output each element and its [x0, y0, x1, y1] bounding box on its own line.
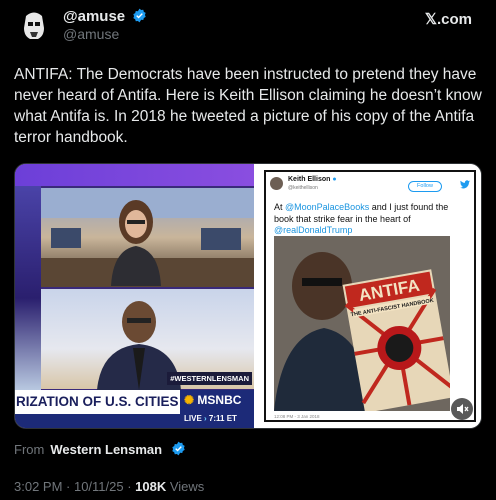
media-source-attribution: From Western Lensman	[14, 441, 186, 457]
stormtrooper-avatar-icon	[14, 6, 54, 46]
network-name: MSNBC	[197, 393, 242, 407]
embedded-tweet-date: 12:08 PM - 3 Jan 2018	[274, 414, 320, 419]
embedded-text-pre: At	[274, 202, 286, 212]
tweet-meta: 3:02 PM · 10/11/25 · 108K Views	[14, 479, 204, 494]
tweet-text: ANTIFA: The Democrats have been instruct…	[14, 66, 482, 146]
embedded-mention-1: @MoonPalaceBooks	[285, 202, 370, 212]
mute-button[interactable]	[451, 398, 473, 420]
embedded-author-handle: @keithellison	[288, 185, 318, 191]
embedded-photo: ANTIFA THE ANTI-FASCIST HANDBOOK	[274, 236, 450, 411]
network-bug: ✺ MSNBC LIVE › 7:11 ET	[180, 390, 254, 428]
x-brand-label: 𝕏.com	[424, 11, 472, 28]
author-handle[interactable]: @amuse	[63, 26, 119, 42]
author-name-text[interactable]: @amuse	[63, 8, 125, 25]
embedded-tweet-screenshot: Keith Ellison ● @keithellison Follow At …	[256, 164, 481, 428]
book-selfie-scene: ANTIFA THE ANTI-FASCIST HANDBOOK	[274, 236, 450, 411]
tv-header-bar	[15, 164, 254, 186]
verified-badge-icon	[133, 8, 147, 23]
live-label: LIVE	[184, 414, 202, 423]
chyron-hashtag: #WESTERNLENSMAN	[167, 372, 252, 385]
chyron-text: RIZATION OF U.S. CITIES	[15, 390, 180, 414]
embedded-name-text: Keith Ellison	[288, 176, 331, 183]
tweet-header: @amuse @amuse 𝕏.com	[14, 4, 482, 46]
tv-side-panel	[15, 186, 41, 390]
embedded-author-name: Keith Ellison ●	[288, 176, 337, 183]
view-count: 108K	[135, 479, 167, 494]
anchor-figure	[111, 200, 161, 286]
live-indicator: LIVE › 7:11 ET	[184, 414, 237, 423]
embedded-avatar	[270, 177, 283, 190]
views-label: Views	[166, 479, 205, 494]
tweet-media[interactable]: #WESTERNLENSMAN RIZATION OF U.S. CITIES …	[14, 163, 482, 429]
embedded-follow-button: Follow	[408, 181, 442, 192]
network-logo: ✺ MSNBC	[184, 393, 241, 407]
source-verified-badge-icon	[172, 441, 185, 456]
speaker-muted-icon	[457, 404, 469, 414]
from-label: From	[14, 442, 45, 457]
embedded-verified-icon: ●	[332, 176, 337, 183]
live-time: 7:11 ET	[208, 414, 237, 423]
embedded-mention-2: @realDonaldTrump	[274, 225, 353, 235]
author-name[interactable]: @amuse	[63, 8, 147, 25]
embedded-tweet-text: At @MoonPalaceBooks and I just found the…	[274, 202, 470, 237]
embedded-tweet-frame: Keith Ellison ● @keithellison Follow At …	[264, 170, 476, 422]
twitter-bird-icon	[460, 180, 470, 191]
tv-lower-band	[15, 414, 180, 428]
avatar[interactable]	[14, 6, 54, 46]
tv-screenshot: #WESTERNLENSMAN RIZATION OF U.S. CITIES …	[15, 164, 254, 428]
tweet-timestamp[interactable]: 3:02 PM · 10/11/25 ·	[14, 479, 135, 494]
peacock-icon: ✺	[184, 393, 195, 407]
source-account-link[interactable]: Western Lensman	[50, 442, 162, 457]
